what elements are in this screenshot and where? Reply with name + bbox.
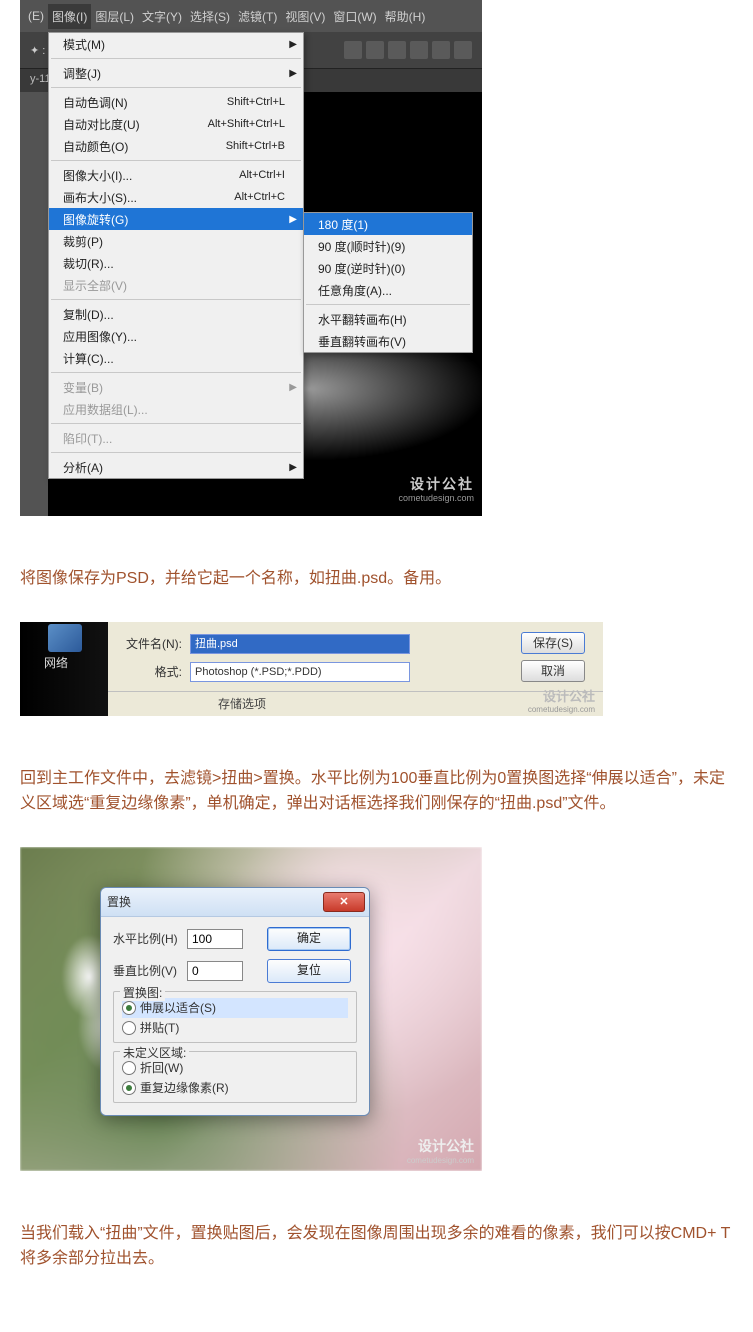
submenu-item[interactable]: 任意角度(A)... xyxy=(304,279,472,301)
menubar-item[interactable]: 窗口(W) xyxy=(329,4,380,29)
menu-item[interactable]: 调整(J)▶ xyxy=(49,62,303,84)
options-icon[interactable] xyxy=(432,41,450,59)
menu-item[interactable]: 自动对比度(U)Alt+Shift+Ctrl+L xyxy=(49,113,303,135)
submenu-item[interactable]: 水平翻转画布(H) xyxy=(304,308,472,330)
ok-button[interactable]: 确定 xyxy=(267,927,351,951)
menubar-item[interactable]: (E) xyxy=(24,5,48,27)
article-paragraph: 回到主工作文件中，去滤镜>扭曲>置换。水平比例为100垂直比例为0置换图选择“伸… xyxy=(20,766,733,817)
menu-item: 显示全部(V) xyxy=(49,274,303,296)
watermark: 设计公社 cometudesign.com xyxy=(407,1136,474,1165)
menu-item: 陷印(T)... xyxy=(49,427,303,449)
menubar-item[interactable]: 文字(Y) xyxy=(138,4,186,29)
cancel-button[interactable]: 取消 xyxy=(521,660,585,682)
menu-item[interactable]: 图像旋转(G)▶ xyxy=(49,208,303,230)
menu-item[interactable]: 自动色调(N)Shift+Ctrl+L xyxy=(49,91,303,113)
displace-dialog-screenshot: 置换 ✕ 水平比例(H) 确定 垂直比例(V) 复位 置换图: 伸展以适合(S)… xyxy=(20,847,482,1171)
tool-label: ✦ : xyxy=(30,44,45,57)
menu-item[interactable]: 计算(C)... xyxy=(49,347,303,369)
menu-item[interactable]: 画布大小(S)...Alt+Ctrl+C xyxy=(49,186,303,208)
article-paragraph: 将图像保存为PSD，并给它起一个名称，如扭曲.psd。备用。 xyxy=(20,566,733,592)
menu-item: 应用数据组(L)... xyxy=(49,398,303,420)
storage-options-label: 存储选项 xyxy=(218,695,266,712)
menubar-item[interactable]: 滤镜(T) xyxy=(234,4,281,29)
image-menu-dropdown: 模式(M)▶ 调整(J)▶ 自动色调(N)Shift+Ctrl+L自动对比度(U)A… xyxy=(48,32,304,479)
format-field[interactable]: Photoshop (*.PSD;*.PDD) xyxy=(190,662,410,682)
menu-item[interactable]: 裁切(R)... xyxy=(49,252,303,274)
network-label: 网络 xyxy=(44,654,68,671)
network-icon[interactable] xyxy=(48,624,82,652)
menu-item: 变量(B)▶ xyxy=(49,376,303,398)
dialog-titlebar: 置换 ✕ xyxy=(101,888,369,917)
watermark: 设计公社 cometudesign.com xyxy=(528,686,595,714)
stretch-to-fit-radio[interactable]: 伸展以适合(S) xyxy=(122,998,348,1018)
menubar-item[interactable]: 选择(S) xyxy=(186,4,234,29)
submenu-item[interactable]: 垂直翻转画布(V) xyxy=(304,330,472,352)
filename-field[interactable]: 扭曲.psd xyxy=(190,634,410,654)
undefined-areas-group: 未定义区域: 折回(W) 重复边缘像素(R) xyxy=(113,1051,357,1103)
vertical-scale-label: 垂直比例(V) xyxy=(113,962,181,979)
displacement-map-group: 置换图: 伸展以适合(S) 拼贴(T) xyxy=(113,991,357,1043)
article-paragraph: 当我们载入“扭曲”文件，置换贴图后，会发现在图像周围出现多余的难看的像素，我们可… xyxy=(20,1221,733,1272)
options-icon[interactable] xyxy=(454,41,472,59)
displace-dialog: 置换 ✕ 水平比例(H) 确定 垂直比例(V) 复位 置换图: 伸展以适合(S)… xyxy=(100,887,370,1116)
options-icon[interactable] xyxy=(344,41,362,59)
submenu-item[interactable]: 90 度(顺时针)(9) xyxy=(304,235,472,257)
menu-item[interactable]: 分析(A)▶ xyxy=(49,456,303,478)
menu-item[interactable]: 复制(D)... xyxy=(49,303,303,325)
wrap-around-radio[interactable]: 折回(W) xyxy=(122,1058,348,1078)
horizontal-scale-input[interactable] xyxy=(187,929,243,949)
filename-label: 文件名(N): xyxy=(122,635,182,652)
photoshop-menu-screenshot: (E)图像(I)图层(L)文字(Y)选择(S)滤镜(T)视图(V)窗口(W)帮助… xyxy=(20,0,482,516)
menu-item[interactable]: 自动颜色(O)Shift+Ctrl+B xyxy=(49,135,303,157)
menu-item[interactable]: 裁剪(P) xyxy=(49,230,303,252)
menubar-item[interactable]: 图像(I) xyxy=(48,4,91,29)
options-icon[interactable] xyxy=(366,41,384,59)
repeat-edge-radio[interactable]: 重复边缘像素(R) xyxy=(122,1078,348,1098)
tile-radio[interactable]: 拼贴(T) xyxy=(122,1018,348,1038)
watermark: 设计公社 cometudesign.com xyxy=(398,476,474,504)
options-icon[interactable] xyxy=(388,41,406,59)
menubar-item[interactable]: 帮助(H) xyxy=(381,4,430,29)
menubar: (E)图像(I)图层(L)文字(Y)选择(S)滤镜(T)视图(V)窗口(W)帮助… xyxy=(20,0,482,32)
submenu-item[interactable]: 90 度(逆时针)(0) xyxy=(304,257,472,279)
image-rotation-submenu: 180 度(1)90 度(顺时针)(9)90 度(逆时针)(0)任意角度(A).… xyxy=(303,212,473,353)
horizontal-scale-label: 水平比例(H) xyxy=(113,930,181,947)
vertical-scale-input[interactable] xyxy=(187,961,243,981)
save-dialog-screenshot: 网络 文件名(N): 扭曲.psd 格式: Photoshop (*.PSD;*… xyxy=(20,622,603,716)
options-icon[interactable] xyxy=(410,41,428,59)
close-button[interactable]: ✕ xyxy=(323,892,365,912)
format-label: 格式: xyxy=(122,663,182,680)
menubar-item[interactable]: 图层(L) xyxy=(91,4,138,29)
menubar-item[interactable]: 视图(V) xyxy=(281,4,329,29)
save-button[interactable]: 保存(S) xyxy=(521,632,585,654)
toolbox xyxy=(20,92,48,516)
menu-item[interactable]: 应用图像(Y)... xyxy=(49,325,303,347)
menu-item[interactable]: 图像大小(I)...Alt+Ctrl+I xyxy=(49,164,303,186)
menu-item[interactable]: 模式(M)▶ xyxy=(49,33,303,55)
reset-button[interactable]: 复位 xyxy=(267,959,351,983)
submenu-item[interactable]: 180 度(1) xyxy=(304,213,472,235)
